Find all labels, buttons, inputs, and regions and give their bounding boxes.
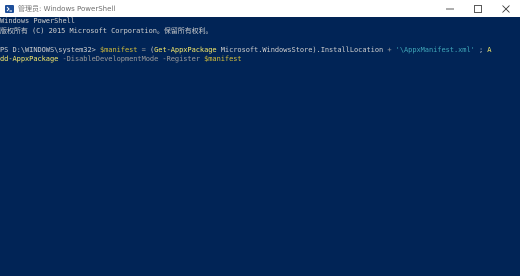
argument-token: Microsoft.WindowsStore (216, 45, 313, 54)
console-command-line-wrap: dd-AppxPackage -DisableDevelopmentMode -… (0, 55, 520, 65)
variable-token: $manifest (204, 55, 242, 63)
command-token-wrapped: A (487, 45, 492, 54)
close-icon[interactable] (492, 0, 520, 17)
variable-token: $manifest (99, 45, 138, 54)
title-bar[interactable]: 管理员: Windows PowerShell (0, 0, 520, 17)
console-command-line: PS D:\WINDOWS\system32> $manifest = (Get… (0, 46, 520, 56)
console-line-empty (0, 36, 520, 46)
command-token: dd-AppxPackage (0, 55, 59, 63)
separator-token: ; (474, 45, 488, 54)
parameter-token: -Register (158, 55, 200, 63)
header-text: Windows PowerShell (0, 17, 75, 25)
operator-token: = (137, 45, 150, 54)
powershell-window: 管理员: Windows PowerShell Windows PowerShe… (0, 0, 520, 276)
console-line: Windows PowerShell (0, 17, 520, 27)
powershell-icon (5, 4, 14, 13)
maximize-icon[interactable] (464, 0, 492, 17)
copyright-text: 版权所有 (C) 2015 Microsoft Corporation。保留所有… (0, 26, 213, 35)
string-token: '\AppxManifest.xml' (395, 45, 475, 54)
window-controls (436, 0, 520, 17)
window-title: 管理员: Windows PowerShell (18, 4, 116, 13)
property-token: ).InstallLocation (312, 45, 384, 54)
parameter-token: -DisableDevelopmentMode (58, 55, 159, 63)
prompt-text: PS D:\WINDOWS\system32> (0, 45, 100, 54)
minimize-icon[interactable] (436, 0, 464, 17)
command-token: Get-AppxPackage (154, 45, 217, 54)
console-line: 版权所有 (C) 2015 Microsoft Corporation。保留所有… (0, 27, 520, 37)
operator-token: + (383, 45, 396, 54)
console-output[interactable]: Windows PowerShell 版权所有 (C) 2015 Microso… (0, 17, 520, 276)
